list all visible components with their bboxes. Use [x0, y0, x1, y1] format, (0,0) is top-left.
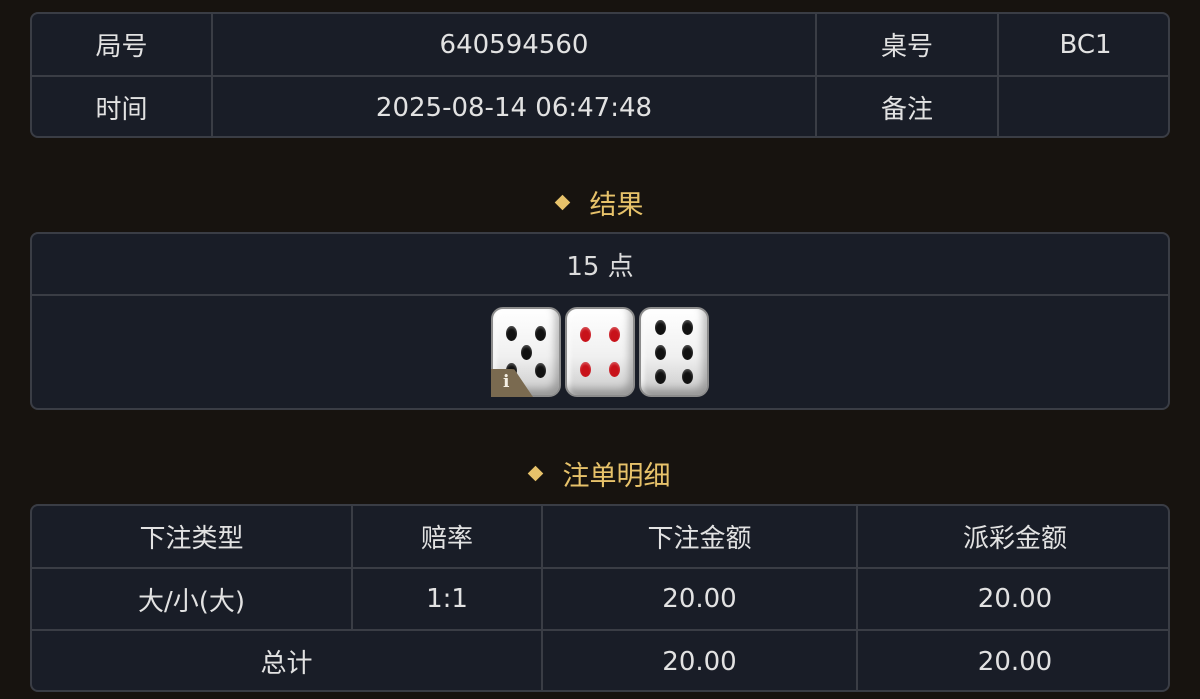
total-row: 总计 20.00 20.00	[32, 630, 1168, 690]
die-pip	[655, 320, 667, 336]
round-info-panel: 局号 640594560 桌号 BC1 时间 2025-08-14 06:47:…	[30, 12, 1170, 138]
bet-amount-cell: 20.00	[542, 568, 858, 631]
time-value: 2025-08-14 06:47:48	[212, 76, 817, 136]
die-1: i	[491, 307, 561, 397]
odds-cell: 1:1	[352, 568, 543, 631]
result-panel: 15 点 i	[30, 232, 1170, 410]
die-pip	[681, 344, 693, 360]
table-header-row: 下注类型 赔率 下注金额 派彩金额	[32, 506, 1168, 569]
total-label: 总计	[32, 630, 543, 690]
remark-value	[998, 76, 1168, 136]
round-value: 640594560	[212, 14, 817, 77]
info-icon-glyph: i	[503, 372, 510, 392]
bet-details-section-title: 注单明细	[0, 453, 1200, 493]
bet-details-table: 下注类型 赔率 下注金额 派彩金额 大/小(大) 1:1 20.00 20.00…	[32, 506, 1168, 690]
die-pip	[535, 325, 547, 341]
bet-details-panel: 下注类型 赔率 下注金额 派彩金额 大/小(大) 1:1 20.00 20.00…	[30, 504, 1170, 692]
die-pip	[520, 344, 532, 360]
die-pip	[681, 320, 693, 336]
info-icon[interactable]: i	[491, 369, 533, 397]
result-title-text: 结果	[589, 189, 644, 221]
result-points: 15 点	[32, 234, 1168, 296]
header-bet-amount: 下注金额	[542, 506, 858, 569]
dice-row: i	[32, 296, 1168, 408]
diamond-icon	[527, 465, 543, 481]
table-value: BC1	[998, 14, 1168, 77]
remark-label: 备注	[816, 76, 999, 136]
time-label: 时间	[32, 76, 213, 136]
table-row: 大/小(大) 1:1 20.00 20.00	[32, 568, 1168, 631]
round-label: 局号	[32, 14, 213, 77]
table-label: 桌号	[816, 14, 999, 77]
die-pip	[505, 325, 517, 341]
header-odds: 赔率	[352, 506, 543, 569]
diamond-icon	[554, 194, 570, 210]
total-bet-amount: 20.00	[542, 630, 858, 690]
die-pip	[681, 368, 693, 384]
bet-details-title-text: 注单明细	[562, 460, 671, 492]
payout-amount-cell: 20.00	[857, 568, 1168, 631]
total-payout-amount: 20.00	[977, 646, 1053, 677]
die-pip	[535, 363, 547, 379]
die-pip	[579, 327, 591, 343]
result-section-title: 结果	[0, 182, 1200, 222]
die-pip	[655, 344, 667, 360]
die-pip	[609, 327, 621, 343]
die-pip	[609, 361, 621, 377]
bet-type-cell: 大/小(大)	[32, 568, 353, 631]
die-3	[639, 307, 709, 397]
die-pip	[579, 361, 591, 377]
header-bet-type: 下注类型	[32, 506, 353, 569]
die-pip	[655, 368, 667, 384]
round-info-table: 局号 640594560 桌号 BC1 时间 2025-08-14 06:47:…	[32, 14, 1168, 136]
header-payout-amount: 派彩金额	[857, 506, 1168, 569]
die-2	[565, 307, 635, 397]
